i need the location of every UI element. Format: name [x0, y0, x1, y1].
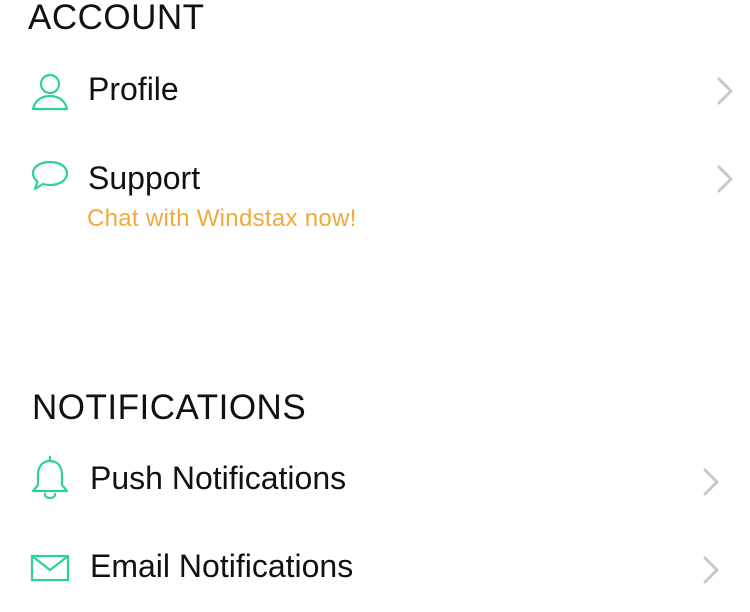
profile-row[interactable]: Profile [0, 56, 750, 126]
profile-label: Profile [88, 71, 179, 107]
support-sublabel[interactable]: Chat with Windstax now! [87, 207, 357, 231]
chat-bubble-icon [31, 160, 69, 191]
person-icon [31, 73, 69, 111]
chevron-right-icon [717, 77, 733, 105]
section-title-notifications: NOTIFICATIONS [32, 388, 307, 427]
support-label: Support [88, 160, 201, 196]
envelope-icon [30, 554, 70, 582]
support-row[interactable]: Support [0, 144, 750, 214]
push-notifications-row[interactable]: Push Notifications [0, 444, 750, 514]
chevron-right-icon [717, 165, 733, 193]
section-title-account: ACCOUNT [28, 0, 205, 37]
bell-icon [31, 455, 69, 499]
email-notifications-label: Email Notifications [90, 548, 354, 584]
push-notifications-label: Push Notifications [90, 460, 347, 496]
chevron-right-icon [703, 556, 719, 584]
chevron-right-icon [703, 468, 719, 496]
settings-screen: ACCOUNT Profile Support Chat with Windst… [0, 0, 750, 612]
email-notifications-row[interactable]: Email Notifications [0, 534, 750, 604]
